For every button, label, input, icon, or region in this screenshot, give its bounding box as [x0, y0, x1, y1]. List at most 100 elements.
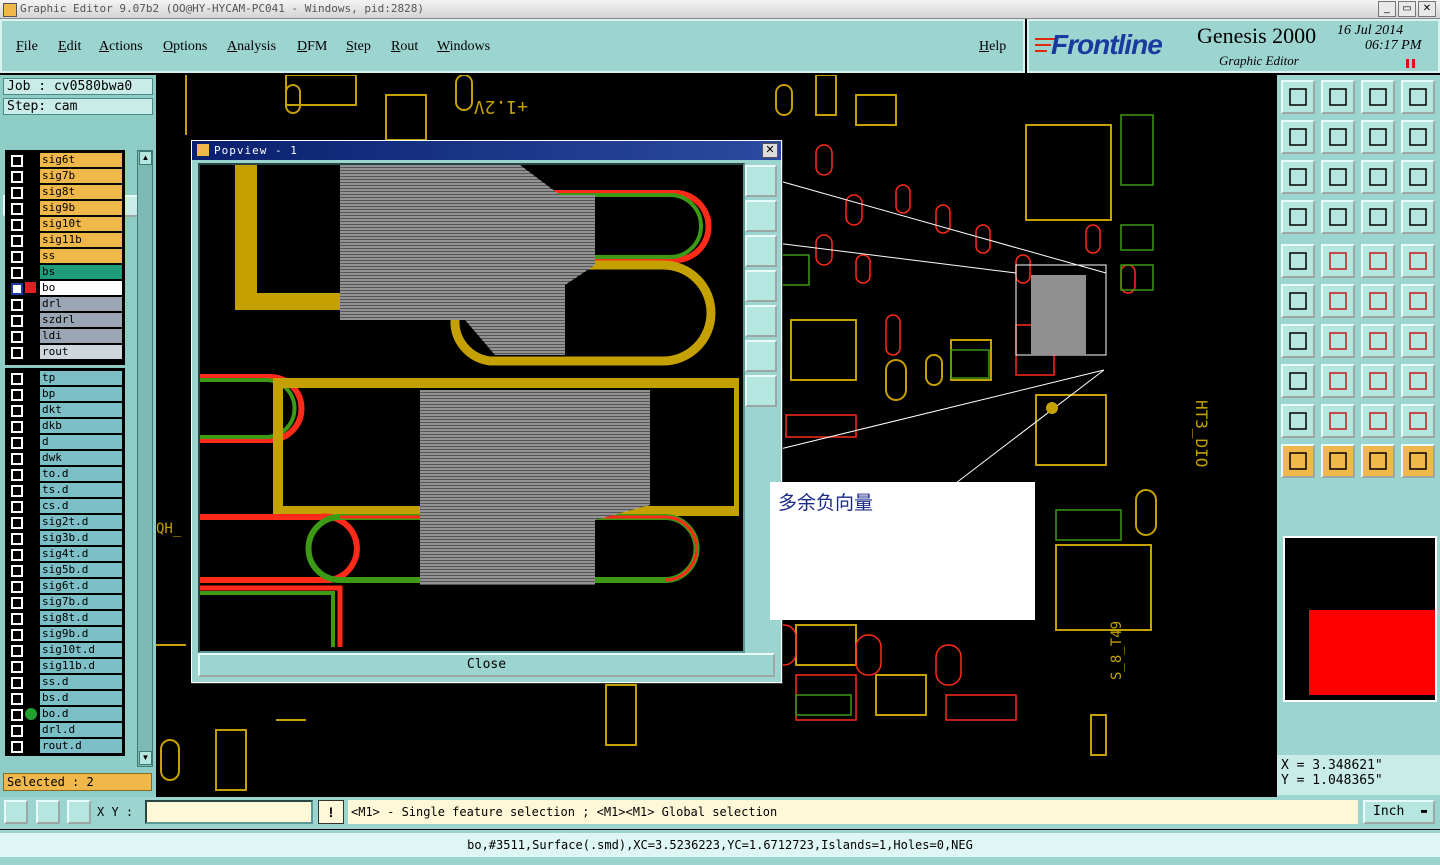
layer-checkbox[interactable]	[11, 629, 23, 641]
move-icon[interactable]	[1361, 284, 1395, 318]
layer-row[interactable]: dwk	[7, 451, 125, 466]
window-icon[interactable]	[1401, 80, 1435, 114]
popview-close-button[interactable]: Close	[198, 653, 775, 677]
a-cross-icon[interactable]	[1401, 404, 1435, 438]
layer-row[interactable]: to.d	[7, 467, 125, 482]
layer-row[interactable]: sig9b	[7, 201, 125, 216]
help-icon[interactable]	[1401, 160, 1435, 194]
connect-icon[interactable]	[1281, 284, 1315, 318]
popview-fit-icon[interactable]	[745, 340, 777, 372]
add-line-icon[interactable]	[1321, 244, 1355, 278]
menu-file[interactable]: File	[16, 39, 38, 55]
layer-checkbox[interactable]	[11, 581, 23, 593]
layer-checkbox[interactable]	[11, 171, 23, 183]
popview-zoom-icon[interactable]	[745, 165, 777, 197]
layer-checkbox[interactable]	[11, 219, 23, 231]
layer-checkbox[interactable]	[11, 709, 23, 721]
surface-icon[interactable]	[1401, 364, 1435, 398]
cut-icon[interactable]	[1321, 364, 1355, 398]
center-icon[interactable]	[1321, 160, 1355, 194]
menu-help[interactable]: Help	[979, 39, 1006, 55]
popview-pan-down-icon[interactable]	[745, 235, 777, 267]
layer-row[interactable]: sig2t.d	[7, 515, 125, 530]
layer-checkbox[interactable]	[11, 693, 23, 705]
layer-checkbox[interactable]	[11, 517, 23, 529]
menu-analysis[interactable]: Analysis	[227, 39, 276, 55]
layer-row[interactable]: sig10t	[7, 217, 125, 232]
layer-checkbox[interactable]	[11, 299, 23, 311]
ruler-icon[interactable]	[1361, 244, 1395, 278]
grid-snap-icon[interactable]	[67, 800, 91, 824]
layer-row[interactable]: drl	[7, 297, 125, 312]
layer-row[interactable]: sig11b.d	[7, 659, 125, 674]
layer-row[interactable]: ss	[7, 249, 125, 264]
layer-checkbox[interactable]	[11, 549, 23, 561]
zoom-home-icon[interactable]	[1281, 80, 1315, 114]
layer-checkbox[interactable]	[11, 613, 23, 625]
layer-row[interactable]: rout	[7, 345, 125, 360]
close-window-button[interactable]: ✕	[1418, 1, 1436, 17]
copy-icon[interactable]	[1401, 284, 1435, 318]
layer-checkbox[interactable]	[11, 373, 23, 385]
select-icon[interactable]	[1361, 444, 1395, 478]
angle-icon[interactable]	[1281, 324, 1315, 358]
measure-icon[interactable]	[1281, 200, 1315, 234]
scroll-down-icon[interactable]: ▼	[139, 751, 152, 765]
a-box-icon[interactable]	[1361, 404, 1395, 438]
snap-icon[interactable]	[1401, 120, 1435, 154]
mirror-icon[interactable]	[1401, 324, 1435, 358]
select-box-icon[interactable]	[1321, 444, 1355, 478]
layer-checkbox[interactable]	[11, 485, 23, 497]
layer-checkbox[interactable]	[11, 645, 23, 657]
popview-pan-up-icon[interactable]	[745, 200, 777, 232]
layer-checkbox[interactable]	[11, 347, 23, 359]
menu-dfm[interactable]: DFM	[297, 39, 327, 55]
layer-checkbox[interactable]	[11, 469, 23, 481]
layer-checkbox[interactable]	[11, 405, 23, 417]
layer-row[interactable]: cs.d	[7, 499, 125, 514]
layer-checkbox[interactable]	[11, 437, 23, 449]
menu-step[interactable]: Step	[346, 39, 371, 55]
popview-close-icon[interactable]: ✕	[762, 143, 778, 158]
resize-icon[interactable]	[1361, 364, 1395, 398]
layer-row[interactable]: sig3b.d	[7, 531, 125, 546]
units-select[interactable]: Inch ▬	[1363, 800, 1435, 824]
popview-canvas[interactable]	[198, 163, 745, 653]
a-icon[interactable]	[1321, 404, 1355, 438]
line-edit-icon[interactable]	[1321, 324, 1355, 358]
layer-checkbox[interactable]	[11, 283, 23, 295]
layer-checkbox[interactable]	[11, 267, 23, 279]
layers-all-icon[interactable]	[1401, 200, 1435, 234]
popview-center-icon[interactable]	[745, 375, 777, 407]
layer-row[interactable]: ldi	[7, 329, 125, 344]
menu-rout[interactable]: Rout	[391, 39, 418, 55]
layer-row[interactable]: bo.d	[7, 707, 125, 722]
layer-checkbox[interactable]	[11, 203, 23, 215]
layer-row[interactable]: sig7b	[7, 169, 125, 184]
layer-row[interactable]: bs.d	[7, 691, 125, 706]
layer-row[interactable]: sig11b	[7, 233, 125, 248]
pan-left-icon[interactable]	[1281, 120, 1315, 154]
popview-pan-left-icon[interactable]	[745, 270, 777, 302]
layer-row[interactable]: sig5b.d	[7, 563, 125, 578]
circle-icon[interactable]	[1401, 244, 1435, 278]
layer-checkbox[interactable]	[11, 533, 23, 545]
popview-pan-right-icon[interactable]	[745, 305, 777, 337]
layer-row[interactable]: tp	[7, 371, 125, 386]
layer-row[interactable]: rout.d	[7, 739, 125, 754]
fit-icon[interactable]	[1281, 160, 1315, 194]
arc-icon[interactable]	[1361, 324, 1395, 358]
menu-actions[interactable]: Actions	[99, 39, 143, 55]
layer-checkbox[interactable]	[11, 597, 23, 609]
layer-row[interactable]: sig8t	[7, 185, 125, 200]
scroll-up-icon[interactable]: ▲	[139, 151, 152, 165]
layer-row[interactable]: sig7b.d	[7, 595, 125, 610]
overview-map[interactable]	[1283, 536, 1437, 702]
delete-icon[interactable]	[1321, 284, 1355, 318]
layer-checkbox[interactable]	[11, 251, 23, 263]
zoom-in-icon[interactable]	[4, 800, 28, 824]
grid-icon[interactable]	[1321, 200, 1355, 234]
layer-row[interactable]: d	[7, 435, 125, 450]
layer-checkbox[interactable]	[11, 501, 23, 513]
pan-right-icon[interactable]	[1321, 120, 1355, 154]
